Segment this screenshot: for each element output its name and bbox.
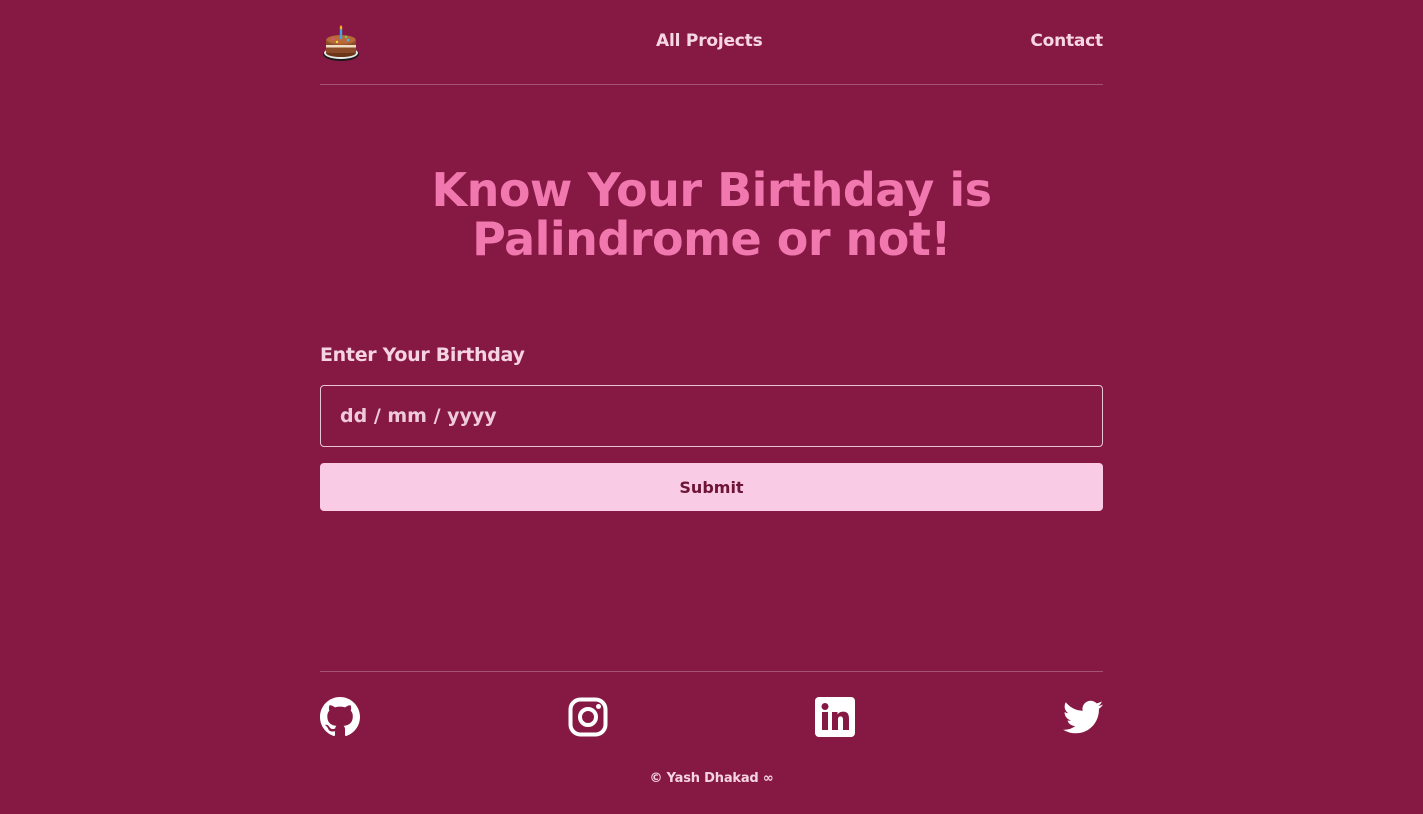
nav-contact[interactable]: Contact (1030, 31, 1103, 51)
birthday-date-input[interactable] (320, 385, 1103, 447)
nav-all-projects[interactable]: All Projects (656, 31, 763, 51)
linkedin-icon[interactable] (815, 697, 855, 737)
birthday-cake-icon[interactable] (322, 24, 360, 62)
copyright-text: © Yash Dhakad ∞ (649, 771, 774, 786)
twitter-icon[interactable] (1063, 697, 1103, 737)
page-title: Know Your Birthday is Palindrome or not! (431, 163, 992, 266)
site-footer: © Yash Dhakad ∞ (320, 671, 1103, 814)
birthday-label: Enter Your Birthday (320, 344, 525, 366)
instagram-icon[interactable] (568, 697, 608, 737)
submit-button[interactable]: Submit (320, 463, 1103, 511)
github-icon[interactable] (320, 697, 360, 737)
site-header: All Projects Contact (320, 0, 1103, 85)
